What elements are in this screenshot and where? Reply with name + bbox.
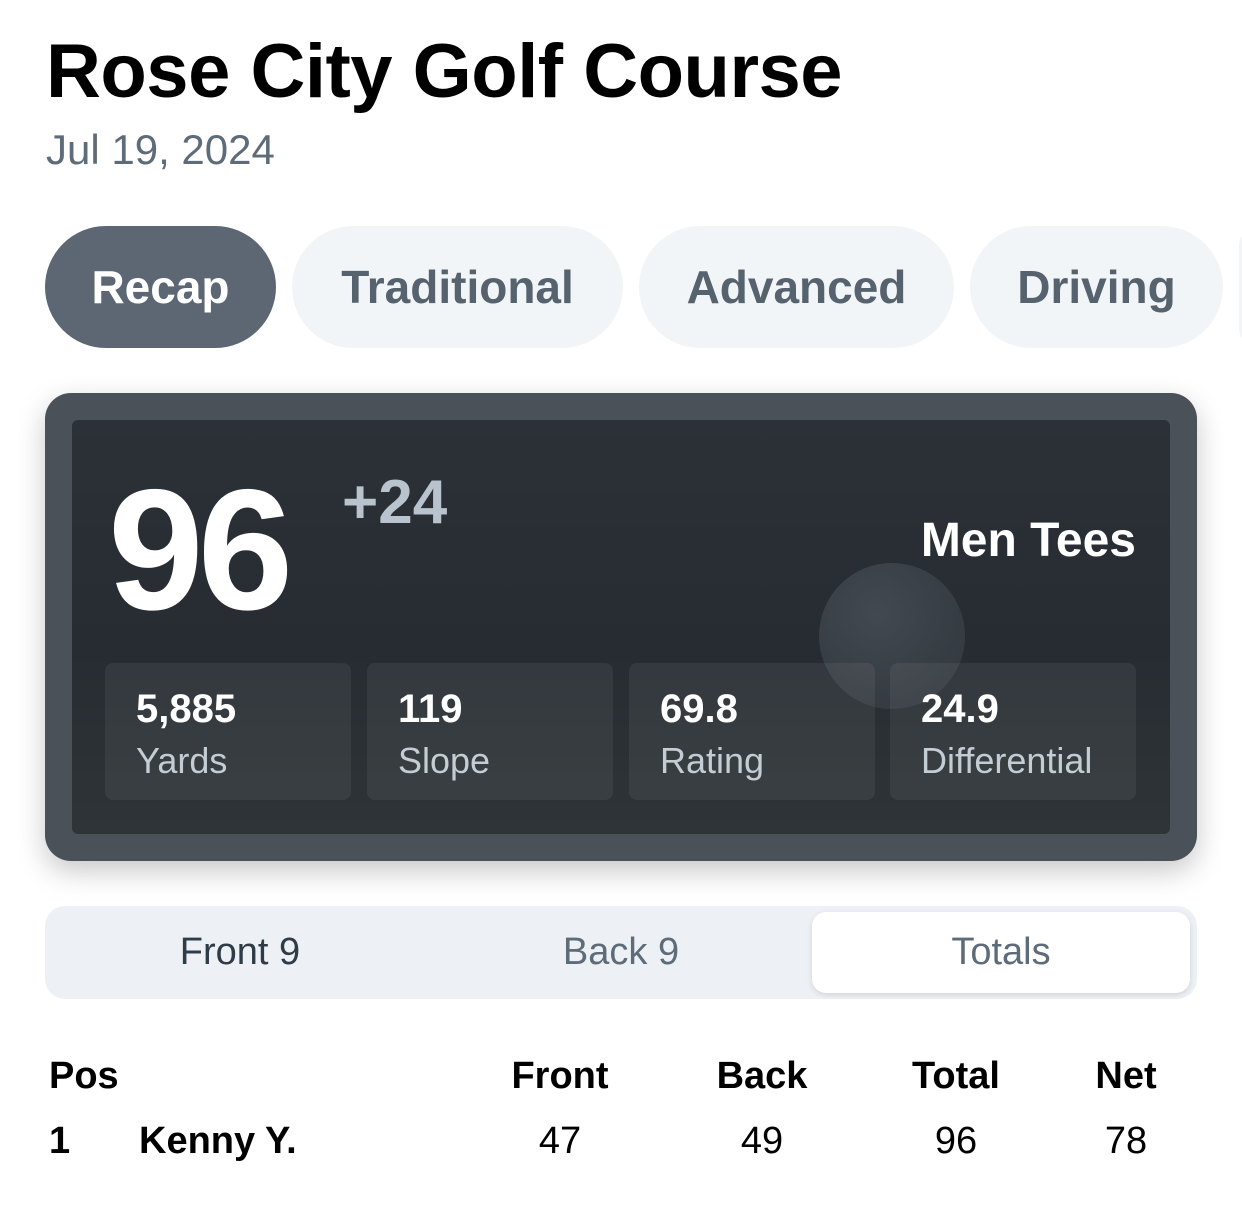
stat-yards: 5,885 Yards (105, 663, 351, 800)
column-header-pos: Pos (49, 1055, 119, 1097)
stat-value: 119 (398, 687, 463, 731)
segment-front-9[interactable]: Front 9 (51, 912, 429, 993)
tab-recap[interactable]: Recap (45, 226, 276, 348)
player-name: Kenny Y. (139, 1120, 297, 1162)
column-header-total: Total (912, 1055, 1000, 1097)
round-recap-screen: Rose City Golf Course Jul 19, 2024 Recap… (0, 0, 1242, 1217)
front-score: 47 (538, 1120, 582, 1162)
total-score: 96 (108, 454, 293, 646)
view-tabs: Recap Traditional Advanced Driving (45, 226, 1242, 348)
column-header-net: Net (1095, 1055, 1157, 1097)
tee-label: Men Tees (920, 514, 1136, 567)
stat-label: Yards (136, 740, 228, 781)
back-score: 49 (740, 1120, 784, 1162)
stat-rating: 69.8 Rating (629, 663, 875, 800)
stat-differential: 24.9 Differential (890, 663, 1136, 800)
total-score-cell: 96 (934, 1120, 978, 1162)
column-header-front: Front (511, 1055, 609, 1097)
score-card: 96 +24 Men Tees 5,885 Yards 119 Slope 69… (45, 393, 1197, 861)
segment-totals[interactable]: Totals (812, 912, 1190, 993)
stat-value: 5,885 (136, 687, 237, 731)
score-card-background: 96 +24 Men Tees 5,885 Yards 119 Slope 69… (72, 420, 1170, 834)
row-position: 1 (49, 1120, 71, 1162)
nine-selector: Front 9 Back 9 Totals (45, 906, 1197, 999)
stat-value: 24.9 (921, 687, 999, 731)
stat-label: Slope (398, 740, 491, 781)
score-to-par: +24 (342, 468, 448, 537)
net-score: 78 (1104, 1120, 1148, 1162)
stat-slope: 119 Slope (367, 663, 613, 800)
stat-value: 69.8 (660, 687, 738, 731)
tab-driving[interactable]: Driving (970, 226, 1223, 348)
stat-label: Differential (921, 740, 1093, 781)
tab-advanced[interactable]: Advanced (639, 226, 954, 348)
round-date: Jul 19, 2024 (46, 126, 275, 173)
segment-back-9[interactable]: Back 9 (432, 912, 810, 993)
course-title: Rose City Golf Course (46, 29, 843, 114)
stat-label: Rating (660, 740, 765, 781)
column-header-back: Back (716, 1055, 808, 1097)
tab-traditional[interactable]: Traditional (292, 226, 623, 348)
